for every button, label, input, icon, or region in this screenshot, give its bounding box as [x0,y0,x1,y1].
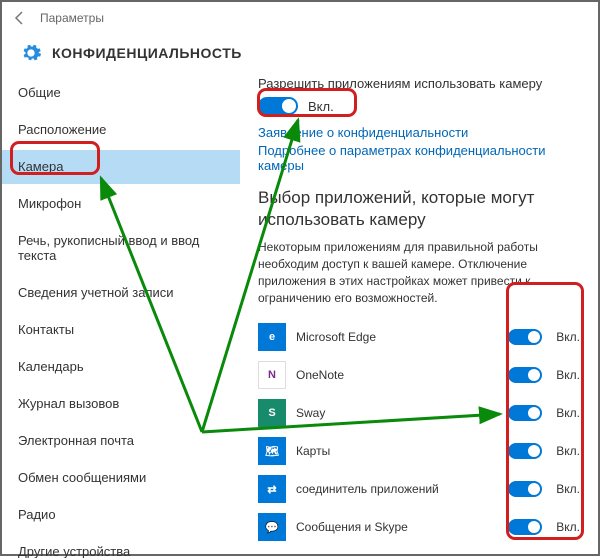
sidebar-item-3[interactable]: Микрофон [2,187,240,221]
skype-icon: 💬 [258,513,286,541]
app-toggle-state: Вкл. [556,520,580,534]
app-row-0: e Microsoft Edge Вкл. [258,318,580,356]
allow-camera-toggle[interactable] [258,97,298,115]
app-row-4: ⇄ соединитель приложений Вкл. [258,470,580,508]
app-row-2: S Sway Вкл. [258,394,580,432]
sidebar-item-2[interactable]: Камера [2,150,240,184]
onenote-icon: N [258,361,286,389]
app-toggle-state: Вкл. [556,368,580,382]
privacy-link[interactable]: Заявление о конфиденциальности [258,125,580,140]
content-pane: Разрешить приложениям использовать камер… [240,76,598,558]
app-name: Карты [296,444,498,458]
app-name: OneNote [296,368,498,382]
sidebar-item-12[interactable]: Другие устройства [2,535,240,558]
sidebar-item-1[interactable]: Расположение [2,113,240,147]
app-row-1: N OneNote Вкл. [258,356,580,394]
app-toggle-state: Вкл. [556,406,580,420]
camera-privacy-more-link[interactable]: Подробнее о параметрах конфиденциальност… [258,143,580,173]
apps-list: e Microsoft Edge Вкл. N OneNote Вкл. S Sway Вкл.… [258,318,580,546]
app-toggle[interactable] [508,481,542,497]
app-toggle-state: Вкл. [556,482,580,496]
conn-icon: ⇄ [258,475,286,503]
allow-camera-toggle-row: Вкл. [258,97,580,115]
app-toggle[interactable] [508,329,542,345]
page-title: КОНФИДЕНЦИАЛЬНОСТЬ [52,45,242,61]
allow-camera-state: Вкл. [308,99,334,114]
allow-camera-label: Разрешить приложениям использовать камер… [258,76,580,91]
sidebar-item-6[interactable]: Контакты [2,313,240,347]
app-name: Microsoft Edge [296,330,498,344]
app-toggle-state: Вкл. [556,330,580,344]
sway-icon: S [258,399,286,427]
app-toggle-state: Вкл. [556,444,580,458]
sidebar-item-7[interactable]: Календарь [2,350,240,384]
app-name: Сообщения и Skype [296,520,498,534]
app-name: Sway [296,406,498,420]
section-heading: Выбор приложений, которые могут использо… [258,187,580,231]
back-icon[interactable] [10,8,30,28]
app-toggle[interactable] [508,519,542,535]
sidebar-item-5[interactable]: Сведения учетной записи [2,276,240,310]
sidebar-item-8[interactable]: Журнал вызовов [2,387,240,421]
app-row-5: 💬 Сообщения и Skype Вкл. [258,508,580,546]
app-row-3: 🗺 Карты Вкл. [258,432,580,470]
sidebar-item-0[interactable]: Общие [2,76,240,110]
app-toggle[interactable] [508,405,542,421]
edge-icon: e [258,323,286,351]
sidebar-item-9[interactable]: Электронная почта [2,424,240,458]
maps-icon: 🗺 [258,437,286,465]
section-desc: Некоторым приложениям для правильной раб… [258,239,580,306]
window-title: Параметры [40,11,104,25]
sidebar: ОбщиеРасположениеКамераМикрофонРечь, рук… [2,76,240,558]
titlebar: Параметры [2,2,598,34]
sidebar-item-10[interactable]: Обмен сообщениями [2,461,240,495]
gear-icon [20,42,42,64]
page-header: КОНФИДЕНЦИАЛЬНОСТЬ [2,34,598,76]
app-name: соединитель приложений [296,482,498,496]
app-toggle[interactable] [508,443,542,459]
sidebar-item-11[interactable]: Радио [2,498,240,532]
sidebar-item-4[interactable]: Речь, рукописный ввод и ввод текста [2,224,240,273]
app-toggle[interactable] [508,367,542,383]
